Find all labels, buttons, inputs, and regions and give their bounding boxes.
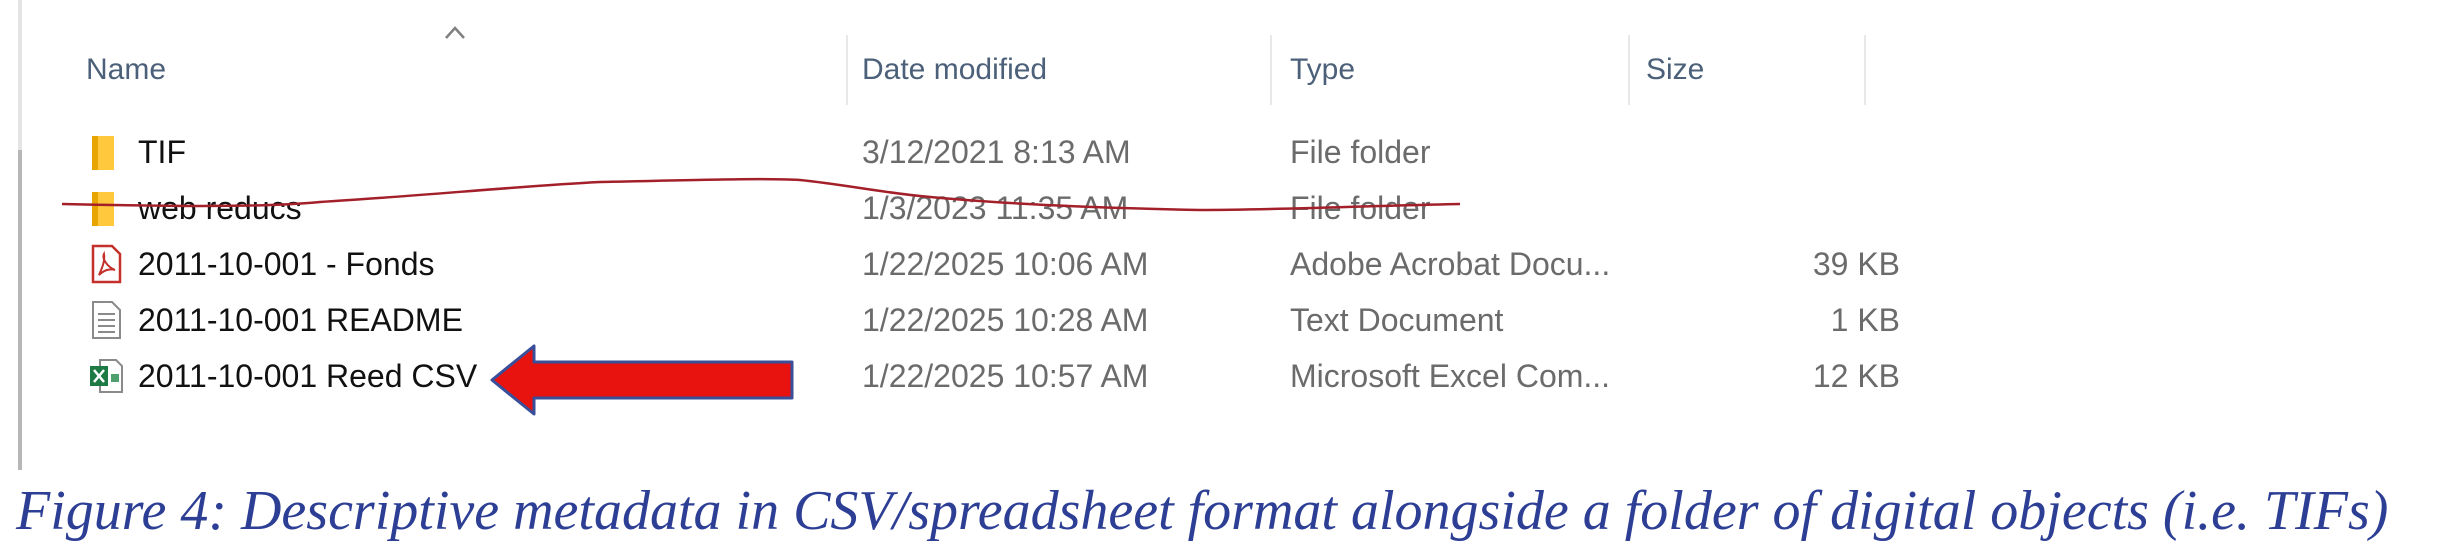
file-row-readme[interactable]: 2011-10-001 README 1/22/2025 10:28 AM Te… [0,292,1900,348]
column-header-name[interactable]: Name [86,52,166,88]
file-date-modified: 3/12/2021 8:13 AM [862,134,1131,170]
file-size: 39 KB [1812,246,1900,282]
file-size: 1 KB [1830,302,1900,338]
file-explorer-list: Name Date modified Type Size TIF 3/12/20… [0,0,2454,470]
column-header-date-modified[interactable]: Date modified [862,52,1047,88]
file-name: web reducs [138,190,302,226]
file-type: File folder [1290,190,1431,226]
file-row-fonds-pdf[interactable]: 2011-10-001 - Fonds 1/22/2025 10:06 AM A… [0,236,1900,292]
column-divider[interactable] [846,35,848,105]
file-row-reed-csv[interactable]: 2011-10-001 Reed CSV 1/22/2025 10:57 AM … [0,348,1900,404]
column-header-size[interactable]: Size [1646,52,1704,88]
figure-caption: Figure 4: Descriptive metadata in CSV/sp… [16,480,2389,542]
column-divider[interactable] [1270,35,1272,105]
folder-icon [92,136,114,170]
column-divider[interactable] [1628,35,1630,105]
file-name: TIF [138,134,186,170]
column-divider[interactable] [1864,35,1866,105]
file-date-modified: 1/3/2023 11:35 AM [862,190,1129,226]
red-arrow-annotation [490,344,794,416]
file-size: 12 KB [1812,358,1900,394]
file-row-web-reducs[interactable]: web reducs 1/3/2023 11:35 AM File folder [0,180,1900,236]
file-type: File folder [1290,134,1431,170]
column-header-type[interactable]: Type [1290,52,1355,88]
sort-ascending-icon [445,26,465,39]
file-row-tif[interactable]: TIF 3/12/2021 8:13 AM File folder [0,124,1900,180]
folder-icon [92,192,114,226]
